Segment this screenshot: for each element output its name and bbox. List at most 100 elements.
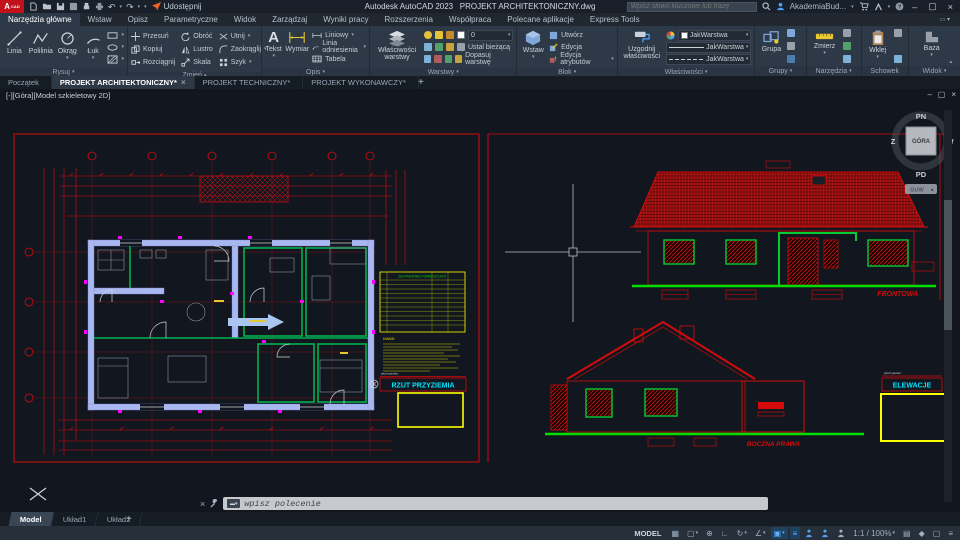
set-current-layer-button[interactable]: Ustal bieżącą — [468, 44, 510, 51]
vertical-scrollbar[interactable] — [944, 110, 952, 502]
app-store-cart-icon[interactable] — [859, 2, 869, 11]
ungroup-icon[interactable] — [787, 29, 795, 37]
ribbon-tab[interactable]: Rozszerzenia — [376, 13, 440, 26]
layout-tab[interactable]: Model — [9, 512, 55, 526]
layer-tool-icon[interactable] — [434, 55, 441, 63]
lineweight-display-icon[interactable]: ≡ — [790, 527, 801, 539]
scrollbar-thumb[interactable] — [944, 200, 952, 330]
annotation-visibility-icon[interactable] — [802, 527, 816, 539]
list-icon[interactable] — [843, 55, 851, 63]
clean-screen-icon[interactable]: ▢ — [930, 527, 944, 539]
lineweight-dropdown[interactable]: JakWarstwa▾ — [666, 42, 752, 53]
layer-lock-icon[interactable] — [446, 31, 454, 39]
new-drawing-tab-button[interactable]: + — [410, 76, 432, 89]
mirror-button[interactable]: Lustro — [181, 43, 212, 55]
ellipse-button[interactable]: ▾ — [107, 41, 124, 53]
document-tab[interactable]: PROJEKT ARCHITEKTONICZNY* × — [52, 76, 195, 89]
panel-label-grupy[interactable]: Grupy▾ — [755, 66, 805, 76]
polyline-button[interactable]: Polilinia — [29, 28, 53, 66]
layer-dropdown[interactable]: 0▾ — [468, 30, 513, 41]
object-snap-tracking-icon[interactable]: ∠▾ — [752, 527, 769, 539]
search-icon[interactable] — [762, 2, 771, 11]
customize-wrench-icon[interactable] — [210, 499, 219, 508]
leader-button[interactable]: Linia odniesienia▾ — [312, 41, 366, 53]
match-properties-button[interactable]: Uzgodnij właściwości — [621, 28, 663, 66]
panel-label-schowek[interactable]: Schowek — [862, 66, 908, 76]
layer-tool-icon[interactable] — [435, 43, 443, 51]
panel-label-rysuj[interactable]: Rysuj▾ — [0, 68, 127, 76]
model-space-button[interactable]: MODEL — [629, 529, 666, 538]
redo-caret-icon[interactable]: ▾ — [138, 5, 141, 9]
panel-label-widok[interactable]: Widok▾ — [909, 66, 960, 76]
panel-label-blok[interactable]: Blok▾ — [517, 68, 616, 76]
annotation-scale-icon[interactable] — [834, 527, 848, 539]
ribbon-tab[interactable]: Narzędzia główne — [0, 13, 80, 26]
doc-close-button[interactable]: × — [951, 90, 956, 99]
group-edit-icon[interactable] — [787, 42, 795, 50]
polar-tracking-icon[interactable]: ↻▾ — [734, 527, 750, 539]
layer-color-swatch[interactable] — [457, 31, 465, 39]
ribbon-tab[interactable]: Współpraca — [441, 13, 499, 26]
arc-button[interactable]: Łuk▾ — [82, 28, 105, 66]
trim-button[interactable]: Utnij▾ — [219, 30, 267, 42]
layer-tool-icon[interactable] — [457, 43, 465, 51]
isolate-objects-icon[interactable]: ◆ — [916, 527, 928, 539]
measure-button[interactable]: Zmierz▾ — [810, 28, 840, 64]
base-view-button[interactable]: Baza▾ — [917, 28, 947, 64]
snap-icon[interactable]: ▢▾ — [684, 527, 701, 539]
share-button[interactable]: Udostępnij — [152, 2, 202, 11]
close-command-icon[interactable]: × — [200, 499, 205, 509]
plot-icon[interactable] — [82, 2, 91, 11]
layer-tool-icon[interactable] — [424, 43, 432, 51]
rectangle-button[interactable]: ▾ — [107, 29, 124, 41]
ribbon-tab[interactable]: Widok — [226, 13, 264, 26]
close-button[interactable]: × — [945, 2, 956, 12]
ribbon-tab[interactable]: Express Tools — [582, 13, 648, 26]
help-icon[interactable]: ? — [895, 2, 904, 11]
close-tab-icon[interactable]: × — [181, 78, 186, 87]
ribbon-collapse-icon[interactable]: ▴ — [950, 60, 953, 64]
move-button[interactable]: Przesuń — [131, 30, 175, 42]
ribbon-tab[interactable]: Wyniki pracy — [315, 13, 376, 26]
document-tab[interactable]: PROJEKT WYKONAWCZY* — [303, 76, 419, 89]
layer-thaw-icon[interactable] — [435, 31, 443, 39]
layer-tool-icon[interactable] — [424, 55, 431, 63]
group-button[interactable]: Grupa — [758, 28, 784, 64]
print-icon[interactable] — [95, 2, 104, 11]
object-snap-icon[interactable]: ▣▾ — [771, 527, 788, 539]
document-tab[interactable]: PROJEKT TECHNICZNY* — [195, 76, 304, 89]
table-button[interactable]: Tabela — [312, 53, 366, 65]
qat-customize-icon[interactable]: ▾ — [144, 5, 147, 9]
fillet-button[interactable]: Zaokrąglij▾ — [219, 43, 267, 55]
undo-caret-icon[interactable]: ▾ — [120, 5, 123, 9]
rotate-button[interactable]: Obróć — [181, 30, 212, 42]
edit-attributes-button[interactable]: !Edycja atrybutów▾ — [549, 53, 614, 65]
insert-block-button[interactable]: Wstaw▾ — [520, 28, 546, 66]
grid-icon[interactable]: ▦ — [668, 527, 682, 539]
model-space-canvas[interactable]: ZESTAWIENIE POMIESZCZEŃ UWAGI: — [0, 89, 960, 512]
apps-caret-icon[interactable]: ▾ — [888, 5, 891, 9]
layer-tool-icon[interactable] — [445, 55, 452, 63]
panel-label-warstwy[interactable]: Warstwy▾ — [370, 68, 516, 76]
panel-label-wlasciwosci[interactable]: Właściwości▾ — [618, 68, 755, 76]
ribbon-tab[interactable]: Opisz — [120, 13, 156, 26]
ribbon-tab[interactable]: Polecane aplikacje — [499, 13, 582, 26]
id-point-icon[interactable] — [843, 29, 851, 37]
layer-properties-button[interactable]: Właściwości warstwy — [373, 28, 421, 66]
layer-tool-icon[interactable] — [446, 43, 454, 51]
open-folder-icon[interactable] — [42, 2, 52, 11]
stretch-button[interactable]: Rozciągnij — [131, 56, 175, 68]
hatch-button[interactable]: ▾ — [107, 53, 124, 65]
ribbon-tab[interactable]: Zarządzaj — [264, 13, 315, 26]
annotation-autoscale-icon[interactable] — [818, 527, 832, 539]
array-button[interactable]: Szyk▾ — [219, 56, 267, 68]
paste-button[interactable]: Wklej▾ — [865, 28, 891, 64]
doc-restore-button[interactable]: ▢ — [938, 90, 946, 99]
panel-label-narzedzia[interactable]: Narzędzia▾ — [807, 66, 861, 76]
doc-minimize-button[interactable]: – — [927, 90, 931, 99]
quick-calc-icon[interactable] — [843, 42, 851, 50]
quick-properties-icon[interactable]: ▤ — [900, 527, 914, 539]
object-color-dropdown[interactable]: JakWarstwa▾ — [678, 30, 752, 41]
maximize-button[interactable]: ▢ — [925, 1, 940, 12]
minimize-button[interactable]: – — [909, 2, 920, 12]
